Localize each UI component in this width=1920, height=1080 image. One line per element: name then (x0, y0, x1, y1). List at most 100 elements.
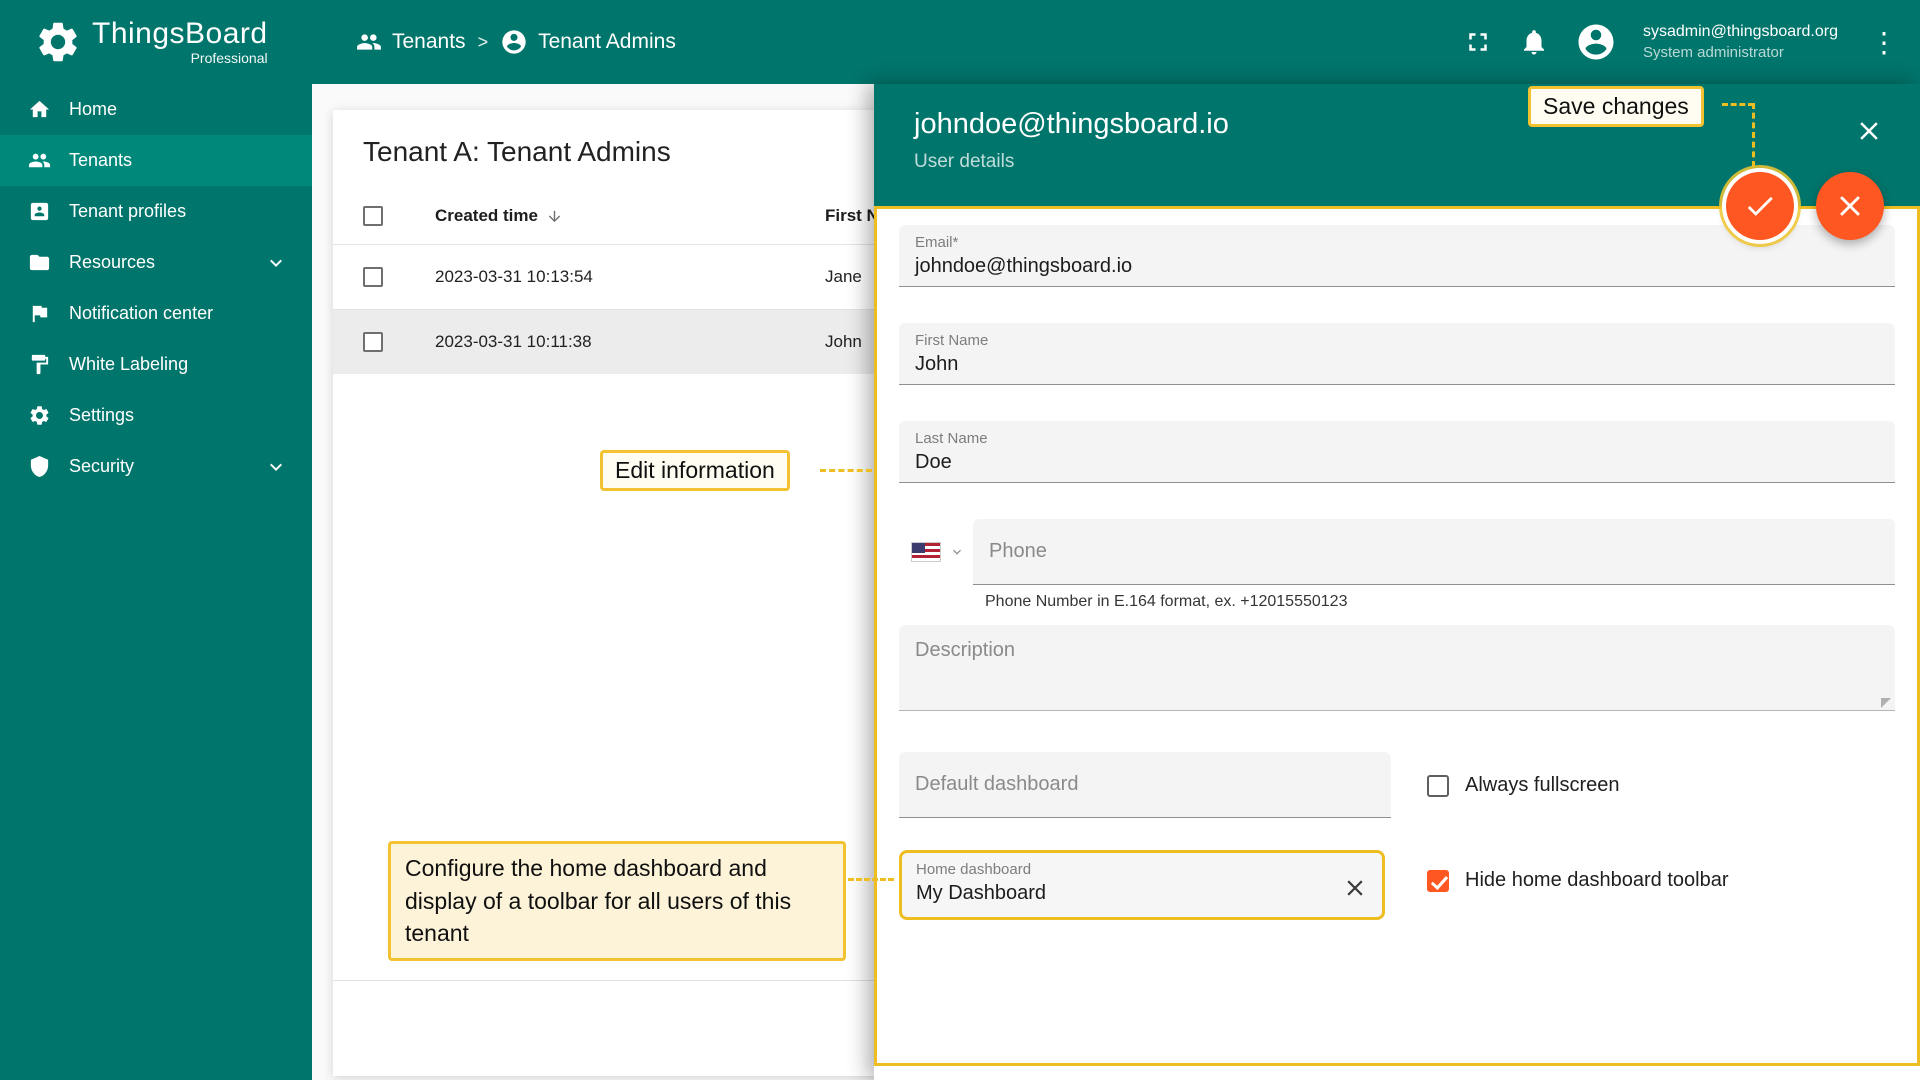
top-header: ThingsBoard Professional Tenants > Tenan… (0, 0, 1920, 84)
brand-name: ThingsBoard (92, 18, 268, 50)
fullscreen-icon[interactable] (1463, 27, 1493, 57)
breadcrumb-separator: > (478, 32, 489, 53)
hide-toolbar-label: Hide home dashboard toolbar (1465, 869, 1729, 892)
row-checkbox[interactable] (363, 332, 383, 352)
phone-hint: Phone Number in E.164 format, ex. +12015… (985, 593, 1895, 611)
panel-title: johndoe@thingsboard.io (914, 108, 1880, 141)
breadcrumb-tenants[interactable]: Tenants (356, 29, 466, 55)
close-icon (1833, 189, 1867, 223)
home-dashboard-label: Home dashboard (916, 861, 1368, 878)
phone-input[interactable] (973, 519, 1895, 585)
annotation-save-changes: Save changes (1528, 86, 1704, 127)
user-details-panel: johndoe@thingsboard.io User details Emai… (874, 84, 1920, 1080)
brand-subtitle: Professional (191, 50, 268, 66)
annotation-connector (848, 878, 894, 881)
always-fullscreen-checkbox[interactable] (1427, 775, 1449, 797)
row-checkbox[interactable] (363, 267, 383, 287)
default-dashboard-select[interactable]: Default dashboard (899, 752, 1391, 818)
chevron-down-icon (949, 544, 965, 560)
phone-row (899, 519, 1895, 585)
sidebar-nav: Home Tenants Tenant profiles Resources N… (0, 84, 312, 1080)
sidebar-item-label: Resources (69, 252, 155, 273)
sidebar-item-settings[interactable]: Settings (0, 390, 312, 441)
annotation-connector (1722, 103, 1754, 106)
sidebar-item-label: Tenant profiles (69, 201, 186, 222)
column-created-time[interactable]: Created time (435, 206, 825, 226)
badge-icon (28, 200, 51, 223)
always-fullscreen-label: Always fullscreen (1465, 774, 1620, 797)
gear-icon (28, 404, 51, 427)
first-name-value: John (915, 353, 1879, 376)
user-details-form: Email* johndoe@thingsboard.io First Name… (874, 206, 1920, 1066)
account-circle-icon (500, 28, 528, 56)
country-code-selector[interactable] (899, 519, 973, 585)
email-label: Email* (915, 234, 1879, 251)
annotation-connector (820, 469, 872, 472)
select-all-checkbox[interactable] (363, 206, 383, 226)
sidebar-item-label: Settings (69, 405, 134, 426)
annotation-configure-home-dashboard: Configure the home dashboard and display… (388, 841, 846, 961)
app-logo[interactable]: ThingsBoard Professional (0, 18, 312, 66)
sidebar-item-label: Security (69, 456, 134, 477)
notifications-bell-icon[interactable] (1519, 27, 1549, 57)
breadcrumb-tenants-label: Tenants (392, 30, 466, 54)
annotation-connector (1752, 103, 1755, 167)
cell-created-time: 2023-03-31 10:11:38 (435, 332, 825, 352)
sidebar-item-label: Home (69, 99, 117, 120)
kebab-menu-icon[interactable]: ⋮ (1864, 26, 1904, 59)
email-value: johndoe@thingsboard.io (915, 255, 1879, 278)
shield-icon (28, 455, 51, 478)
sidebar-item-home[interactable]: Home (0, 84, 312, 135)
sidebar-item-label: Notification center (69, 303, 213, 324)
last-name-field[interactable]: Last Name Doe (899, 421, 1895, 483)
last-name-label: Last Name (915, 430, 1879, 447)
home-dashboard-select[interactable]: Home dashboard My Dashboard (899, 850, 1385, 920)
folder-icon (28, 251, 51, 274)
breadcrumb-tenant-admins-label: Tenant Admins (538, 30, 676, 54)
chevron-down-icon (264, 251, 288, 275)
cell-created-time: 2023-03-31 10:13:54 (435, 267, 825, 287)
thingsboard-logo-icon (34, 18, 82, 66)
sidebar-item-tenant-profiles[interactable]: Tenant profiles (0, 186, 312, 237)
description-textarea[interactable] (899, 625, 1895, 711)
breadcrumb: Tenants > Tenant Admins (356, 28, 676, 56)
breadcrumb-tenant-admins[interactable]: Tenant Admins (500, 28, 676, 56)
sort-descending-icon (546, 208, 563, 225)
panel-subtitle: User details (914, 151, 1880, 173)
sidebar-item-label: White Labeling (69, 354, 188, 375)
us-flag-icon (911, 542, 941, 562)
apply-changes-button[interactable] (1726, 172, 1794, 240)
sidebar-item-white-labeling[interactable]: White Labeling (0, 339, 312, 390)
always-fullscreen-option[interactable]: Always fullscreen (1427, 774, 1895, 797)
last-name-value: Doe (915, 451, 1879, 474)
clear-icon[interactable] (1342, 875, 1368, 901)
description-box (899, 625, 1895, 716)
close-icon[interactable] (1854, 116, 1884, 146)
flag-icon (28, 302, 51, 325)
sidebar-item-security[interactable]: Security (0, 441, 312, 492)
hide-toolbar-checkbox[interactable] (1427, 870, 1449, 892)
home-dashboard-value: My Dashboard (916, 882, 1368, 905)
discard-changes-button[interactable] (1816, 172, 1884, 240)
dashboard-settings: Default dashboard Home dashboard My Dash… (899, 752, 1895, 920)
default-dashboard-placeholder: Default dashboard (915, 773, 1078, 796)
first-name-label: First Name (915, 332, 1879, 349)
sidebar-item-label: Tenants (69, 150, 132, 171)
dashboard-fields-column: Default dashboard Home dashboard My Dash… (899, 752, 1391, 920)
dashboard-checkbox-column: Always fullscreen Hide home dashboard to… (1391, 752, 1895, 920)
sidebar-item-notification-center[interactable]: Notification center (0, 288, 312, 339)
user-role: System administrator (1643, 43, 1838, 63)
user-avatar[interactable] (1575, 21, 1617, 63)
sidebar-item-resources[interactable]: Resources (0, 237, 312, 288)
format-paint-icon (28, 353, 51, 376)
people-icon (28, 149, 51, 172)
annotation-edit-information: Edit information (600, 450, 790, 491)
user-info: sysadmin@thingsboard.org System administ… (1643, 22, 1838, 62)
first-name-field[interactable]: First Name John (899, 323, 1895, 385)
home-icon (28, 98, 51, 121)
header-actions: sysadmin@thingsboard.org System administ… (1463, 21, 1920, 63)
user-email: sysadmin@thingsboard.org (1643, 22, 1838, 43)
sidebar-item-tenants[interactable]: Tenants (0, 135, 312, 186)
people-icon (356, 29, 382, 55)
hide-toolbar-option[interactable]: Hide home dashboard toolbar (1427, 869, 1895, 892)
